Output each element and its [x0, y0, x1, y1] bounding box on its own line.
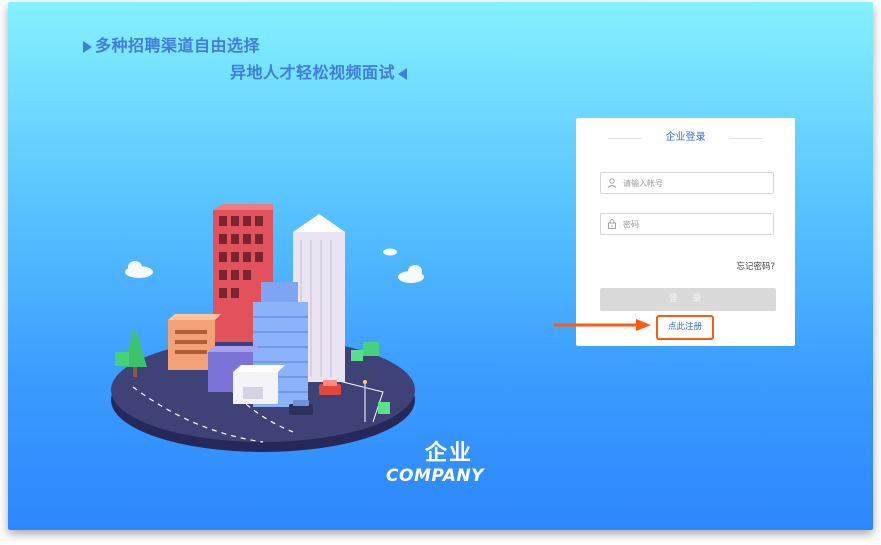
password-field[interactable] — [600, 213, 774, 235]
register-link[interactable]: 点此注册 — [656, 315, 714, 340]
forgot-password-link[interactable]: 忘记密码? — [736, 260, 775, 272]
password-input[interactable] — [623, 214, 769, 234]
login-card: 企业登录 忘记密码? 登 录 点此注册 — [576, 118, 795, 346]
slogan-line-2: 异地人才轻松视频面试 — [230, 59, 408, 83]
company-logo: 企业 COMPANY — [380, 441, 490, 487]
triangle-right-icon — [83, 40, 92, 53]
title-divider-right — [729, 138, 763, 139]
account-field[interactable] — [600, 172, 774, 194]
slogan-line-2-text: 异地人才轻松视频面试 — [230, 63, 396, 82]
login-button[interactable]: 登 录 — [600, 288, 776, 311]
triangle-left-icon — [398, 67, 408, 80]
arrow-right-icon — [554, 319, 651, 331]
cloud-icon — [125, 248, 424, 283]
app-window: 多种招聘渠道自由选择 异地人才轻松视频面试 企业 COMPANY 企业登录 请输… — [8, 2, 873, 530]
logo-en: COMPANY — [386, 466, 484, 486]
logo-cn: 企业 — [424, 441, 473, 466]
slogan-line-1-text: 多种招聘渠道自由选择 — [95, 36, 261, 55]
account-input[interactable] — [623, 173, 769, 193]
lock-icon — [608, 219, 616, 229]
user-icon — [607, 178, 617, 188]
login-card-header: 企业登录 — [576, 130, 795, 146]
city-illustration — [111, 204, 424, 452]
slogan-line-1: 多种招聘渠道自由选择 — [83, 32, 260, 56]
